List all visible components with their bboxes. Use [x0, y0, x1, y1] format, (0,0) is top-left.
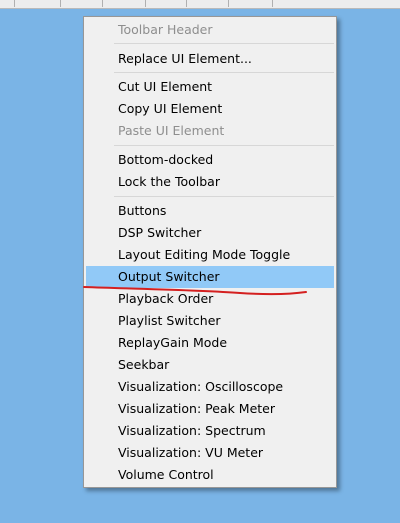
red-underline-annotation — [83, 286, 307, 296]
red-underline-stroke — [83, 286, 307, 296]
